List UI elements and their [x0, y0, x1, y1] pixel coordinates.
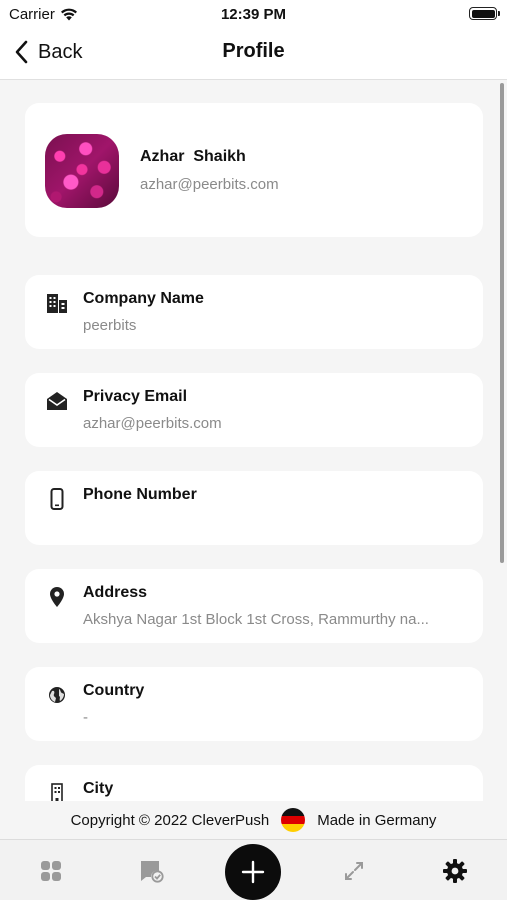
field-label: City — [83, 780, 114, 797]
city-building-icon — [46, 782, 68, 801]
company-name-card[interactable]: Company Name peerbits — [25, 275, 483, 349]
scrollbar[interactable] — [500, 83, 504, 563]
battery-icon — [469, 7, 500, 20]
arrows-exchange-icon[interactable] — [340, 857, 368, 885]
status-bar: Carrier 12:39 PM — [0, 0, 507, 30]
country-card[interactable]: Country - — [25, 667, 483, 741]
made-in-text: Made in Germany — [317, 811, 437, 829]
footer: Copyright © 2022 CleverPush Made in Germ… — [0, 801, 507, 839]
profile-scroll-area[interactable]: Azhar Shaikh azhar@peerbits.com Company … — [0, 81, 507, 801]
location-pin-icon — [46, 586, 68, 608]
field-label: Country — [83, 682, 145, 699]
navigation-bar: Back Profile — [0, 30, 507, 80]
privacy-email-card[interactable]: Privacy Email azhar@peerbits.com — [25, 373, 483, 447]
tab-bar — [0, 839, 507, 900]
field-label: Address — [83, 584, 148, 601]
building-icon — [46, 292, 68, 314]
profile-name: Azhar Shaikh — [140, 148, 246, 165]
status-time: 12:39 PM — [220, 6, 287, 23]
add-button[interactable] — [225, 844, 281, 900]
gear-icon[interactable] — [441, 857, 469, 885]
field-value: - — [83, 709, 88, 726]
germany-flag-icon — [281, 808, 306, 832]
field-label: Company Name — [83, 290, 204, 307]
grid-icon[interactable] — [37, 857, 65, 885]
plus-icon — [241, 860, 265, 884]
phone-number-card[interactable]: Phone Number — [25, 471, 483, 545]
field-label: Phone Number — [83, 486, 197, 503]
envelope-open-icon — [46, 390, 68, 412]
back-button[interactable]: Back — [14, 40, 82, 64]
profile-email: azhar@peerbits.com — [140, 176, 279, 193]
phone-icon — [46, 488, 68, 510]
field-value: azhar@peerbits.com — [83, 415, 222, 432]
profile-card: Azhar Shaikh azhar@peerbits.com — [25, 103, 483, 237]
copyright-text: Copyright © 2022 CleverPush — [70, 811, 270, 829]
city-card[interactable]: City — [25, 765, 483, 801]
chevron-left-icon — [15, 40, 28, 64]
address-card[interactable]: Address Akshya Nagar 1st Block 1st Cross… — [25, 569, 483, 643]
field-value: peerbits — [83, 317, 137, 334]
back-label: Back — [38, 40, 83, 63]
avatar — [45, 134, 119, 208]
field-value: Akshya Nagar 1st Block 1st Cross, Rammur… — [83, 611, 429, 628]
globe-icon — [46, 684, 68, 706]
message-check-icon[interactable] — [138, 857, 166, 885]
field-label: Privacy Email — [83, 388, 188, 405]
